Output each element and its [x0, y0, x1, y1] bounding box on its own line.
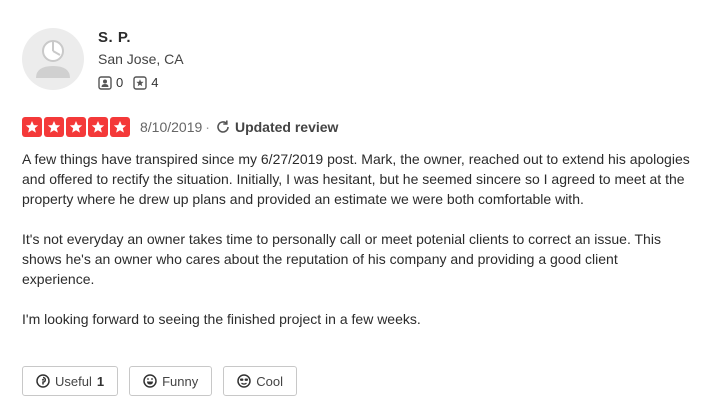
useful-icon [36, 374, 50, 388]
avatar[interactable] [22, 28, 84, 90]
review-paragraph: I'm looking forward to seeing the finish… [22, 311, 421, 327]
useful-count: 1 [96, 373, 105, 389]
funny-button[interactable]: Funny [129, 366, 213, 396]
star-icon [110, 117, 130, 137]
reviews-stat: 4 [133, 75, 158, 90]
user-stats: 0 4 [98, 75, 162, 90]
star-icon [88, 117, 108, 137]
friends-stat: 0 [98, 75, 123, 90]
star-icon [44, 117, 64, 137]
review-star-icon [133, 75, 147, 90]
refresh-icon [217, 120, 229, 133]
cool-button[interactable]: Cool [223, 366, 297, 396]
funny-label: Funny [162, 373, 199, 389]
cool-label: Cool [256, 373, 283, 389]
rating-row: 8/10/2019 · Updated review [22, 117, 338, 137]
default-user-icon [36, 40, 70, 78]
review-date: 8/10/2019 [140, 119, 203, 135]
review-actions: Useful 1 Funny Cool [22, 366, 297, 396]
star-icon [22, 117, 42, 137]
updated-review-label: Updated review [234, 119, 339, 135]
review-text: A few things have transpired since my 6/… [22, 149, 692, 349]
user-location: San Jose, CA [98, 51, 184, 67]
updated-review-link[interactable]: Updated review [215, 119, 338, 135]
review-paragraph: A few things have transpired since my 6/… [22, 151, 690, 207]
friends-icon [98, 75, 112, 90]
friends-count: 0 [116, 75, 124, 90]
review-paragraph: It's not everyday an owner takes time to… [22, 231, 661, 287]
reviews-count: 4 [151, 75, 159, 90]
star-icon [66, 117, 86, 137]
user-name[interactable]: S. P. [98, 29, 131, 46]
star-rating [22, 117, 130, 137]
useful-label: Useful [55, 373, 92, 389]
useful-button[interactable]: Useful 1 [22, 366, 119, 396]
cool-icon [237, 374, 251, 388]
separator: · [205, 119, 210, 135]
funny-icon [143, 374, 157, 388]
